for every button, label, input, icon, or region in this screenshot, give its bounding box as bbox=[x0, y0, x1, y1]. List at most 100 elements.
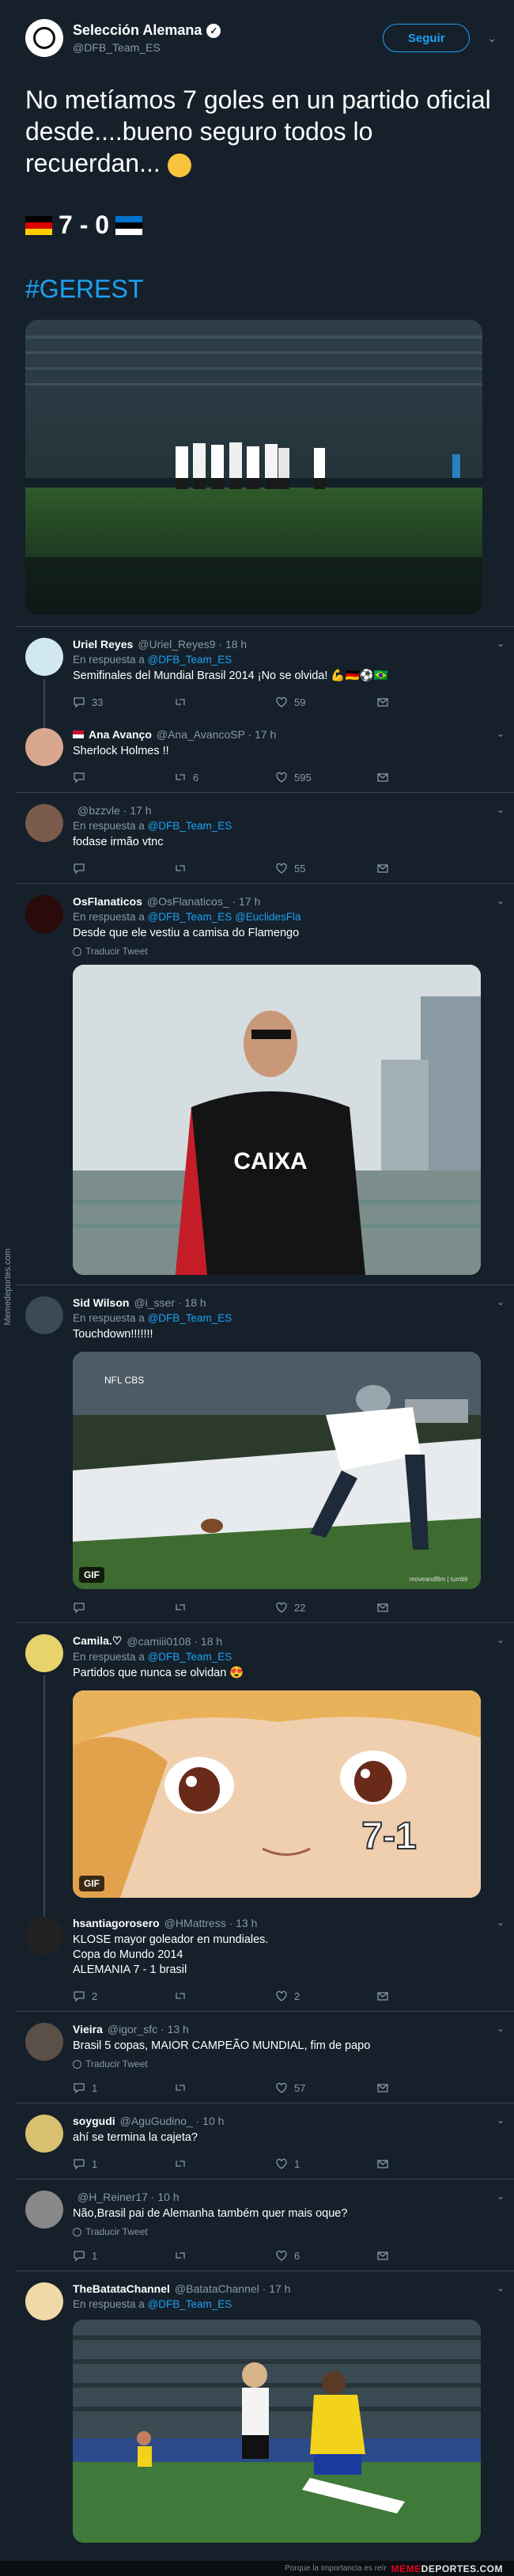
message-button[interactable] bbox=[376, 696, 478, 708]
translate-tweet-link[interactable]: Traducir Tweet bbox=[73, 2058, 505, 2070]
retweet-icon bbox=[176, 774, 185, 780]
chevron-down-icon[interactable]: ⌄ bbox=[497, 1296, 505, 1307]
reply-button[interactable] bbox=[73, 862, 174, 874]
chevron-down-icon[interactable]: ⌄ bbox=[487, 32, 497, 45]
reply-button[interactable] bbox=[73, 771, 174, 783]
author-name[interactable]: TheBatataChannel bbox=[73, 2282, 170, 2295]
retweet-button[interactable] bbox=[174, 2157, 275, 2170]
message-button[interactable] bbox=[376, 1601, 478, 1614]
avatar[interactable] bbox=[25, 728, 63, 766]
avatar[interactable] bbox=[25, 895, 63, 933]
retweet-button[interactable]: 6 bbox=[174, 771, 275, 783]
message-button[interactable] bbox=[376, 2157, 478, 2170]
author-name[interactable]: Uriel Reyes bbox=[73, 638, 133, 651]
chevron-down-icon[interactable]: ⌄ bbox=[497, 2191, 505, 2202]
like-button[interactable]: 22 bbox=[275, 1601, 376, 1614]
chevron-down-icon[interactable]: ⌄ bbox=[497, 804, 505, 815]
avatar[interactable] bbox=[25, 638, 63, 676]
mention-link[interactable]: @DFB_Team_ES bbox=[148, 1312, 232, 1324]
chevron-down-icon[interactable]: ⌄ bbox=[497, 2282, 505, 2293]
author-name[interactable]: Ana Avanço bbox=[89, 728, 152, 741]
avatar[interactable] bbox=[25, 1917, 63, 1955]
team-celebration-photo[interactable] bbox=[25, 320, 482, 615]
retweet-button[interactable] bbox=[174, 2081, 275, 2094]
retweet-button[interactable] bbox=[174, 862, 275, 874]
avatar[interactable] bbox=[25, 2023, 63, 2061]
reply-tweet[interactable]: Sid Wilson @i_sser · 18 h En respuesta a … bbox=[16, 1285, 514, 1623]
reply-button[interactable]: 2 bbox=[73, 1990, 174, 2002]
message-button[interactable] bbox=[376, 2081, 478, 2094]
reply-photo[interactable]: CAIXA bbox=[73, 965, 481, 1275]
message-button[interactable] bbox=[376, 1990, 478, 2002]
retweet-button[interactable] bbox=[174, 696, 275, 708]
author-name[interactable]: Camila.♡ bbox=[73, 1634, 122, 1648]
reply-button[interactable]: 1 bbox=[73, 2081, 174, 2094]
chevron-down-icon[interactable]: ⌄ bbox=[497, 1917, 505, 1928]
translate-tweet-link[interactable]: Traducir Tweet bbox=[73, 946, 505, 957]
reply-button[interactable]: 1 bbox=[73, 2157, 174, 2170]
chevron-down-icon[interactable]: ⌄ bbox=[497, 1634, 505, 1645]
chevron-down-icon[interactable]: ⌄ bbox=[497, 638, 505, 649]
retweet-icon bbox=[176, 2085, 185, 2091]
mention-link[interactable]: @DFB_Team_ES bbox=[148, 1651, 232, 1663]
reply-tweet[interactable]: Camila.♡ @camiii0108 · 18 h En respuesta … bbox=[16, 1623, 514, 1917]
chevron-down-icon[interactable]: ⌄ bbox=[497, 2115, 505, 2126]
mention-link[interactable]: @DFB_Team_ES bbox=[148, 820, 232, 832]
like-button[interactable]: 59 bbox=[275, 696, 376, 708]
reply-tweet[interactable]: OsFlanaticos @OsFlanaticos_ · 17 h En res… bbox=[16, 884, 514, 1285]
reply-gif[interactable]: 7-1 GIF bbox=[73, 1690, 481, 1898]
reply-button[interactable]: 33 bbox=[73, 696, 174, 708]
reply-tweet[interactable]: Ana Avanço @Ana_AvancoSP · 17 h Sherlock … bbox=[16, 717, 514, 793]
avatar[interactable] bbox=[25, 2115, 63, 2153]
avatar[interactable] bbox=[25, 1634, 63, 1672]
avatar[interactable] bbox=[25, 2191, 63, 2229]
reply-tweet[interactable]: @bzzvle · 17 h En respuesta a @DFB_Team_… bbox=[16, 793, 514, 884]
envelope-icon bbox=[377, 2252, 388, 2260]
hashtag-link[interactable]: #GEREST bbox=[25, 275, 505, 304]
reply-tweet[interactable]: @H_Reiner17 · 10 h Não,Brasil pai de Ale… bbox=[16, 2180, 514, 2271]
like-button[interactable]: 595 bbox=[275, 771, 376, 783]
mention-link[interactable]: @DFB_Team_ES @EuclidesFla bbox=[148, 911, 301, 923]
chevron-down-icon[interactable]: ⌄ bbox=[497, 2023, 505, 2034]
message-button[interactable] bbox=[376, 2249, 478, 2262]
reply-text: fodase irmão vtnc bbox=[73, 836, 164, 848]
avatar[interactable] bbox=[25, 804, 63, 842]
author-name[interactable]: OsFlanaticos bbox=[73, 895, 142, 908]
author-name[interactable]: Vieira bbox=[73, 2023, 103, 2035]
retweet-button[interactable] bbox=[174, 2249, 275, 2262]
like-button[interactable]: 2 bbox=[275, 1990, 376, 2002]
like-button[interactable]: 55 bbox=[275, 862, 376, 874]
reply-tweet[interactable]: Vieira @igor_sfc · 13 h Brasil 5 copas, M… bbox=[16, 2012, 514, 2104]
reply-photo[interactable] bbox=[73, 2320, 481, 2543]
avatar[interactable] bbox=[25, 1296, 63, 1334]
author-name[interactable]: Sid Wilson bbox=[73, 1296, 129, 1309]
author-name[interactable]: hsantiagorosero bbox=[73, 1917, 160, 1929]
reply-tweet[interactable]: TheBatataChannel @BatataChannel · 17 h En… bbox=[16, 2271, 514, 2551]
avatar[interactable] bbox=[25, 2282, 63, 2320]
mention-link[interactable]: @DFB_Team_ES bbox=[148, 654, 232, 666]
reply-gif[interactable]: NFL CBS moveandfilm | tumblr GIF bbox=[73, 1352, 481, 1589]
retweet-button[interactable] bbox=[174, 1601, 275, 1614]
avatar[interactable] bbox=[25, 19, 63, 57]
chevron-down-icon[interactable]: ⌄ bbox=[497, 895, 505, 906]
reply-icon bbox=[74, 1991, 85, 2002]
translate-tweet-link[interactable]: Traducir Tweet bbox=[73, 2226, 505, 2237]
mention-link[interactable]: @DFB_Team_ES bbox=[148, 2298, 232, 2310]
reply-button[interactable] bbox=[73, 1601, 174, 1614]
author-name[interactable]: Selección Alemana bbox=[73, 22, 202, 39]
like-button[interactable]: 57 bbox=[275, 2081, 376, 2094]
author-handle[interactable]: @DFB_Team_ES bbox=[73, 41, 383, 54]
reply-button[interactable]: 1 bbox=[73, 2249, 174, 2262]
author-name[interactable]: soygudi bbox=[73, 2115, 115, 2127]
follow-button[interactable]: Seguir bbox=[383, 24, 471, 52]
message-button[interactable] bbox=[376, 771, 478, 783]
like-button[interactable]: 6 bbox=[275, 2249, 376, 2262]
author-meta: @Ana_AvancoSP · 17 h bbox=[156, 728, 277, 741]
chevron-down-icon[interactable]: ⌄ bbox=[497, 728, 505, 739]
like-button[interactable]: 1 bbox=[275, 2157, 376, 2170]
retweet-button[interactable] bbox=[174, 1990, 275, 2002]
reply-tweet[interactable]: hsantiagorosero @HMattress · 13 h KLOSE m… bbox=[16, 1906, 514, 2012]
reply-tweet[interactable]: Uriel Reyes @Uriel_Reyes9 · 18 h En respu… bbox=[16, 627, 514, 728]
message-button[interactable] bbox=[376, 862, 478, 874]
reply-tweet[interactable]: soygudi @AguGudino_ · 10 h ahí se termina… bbox=[16, 2104, 514, 2180]
